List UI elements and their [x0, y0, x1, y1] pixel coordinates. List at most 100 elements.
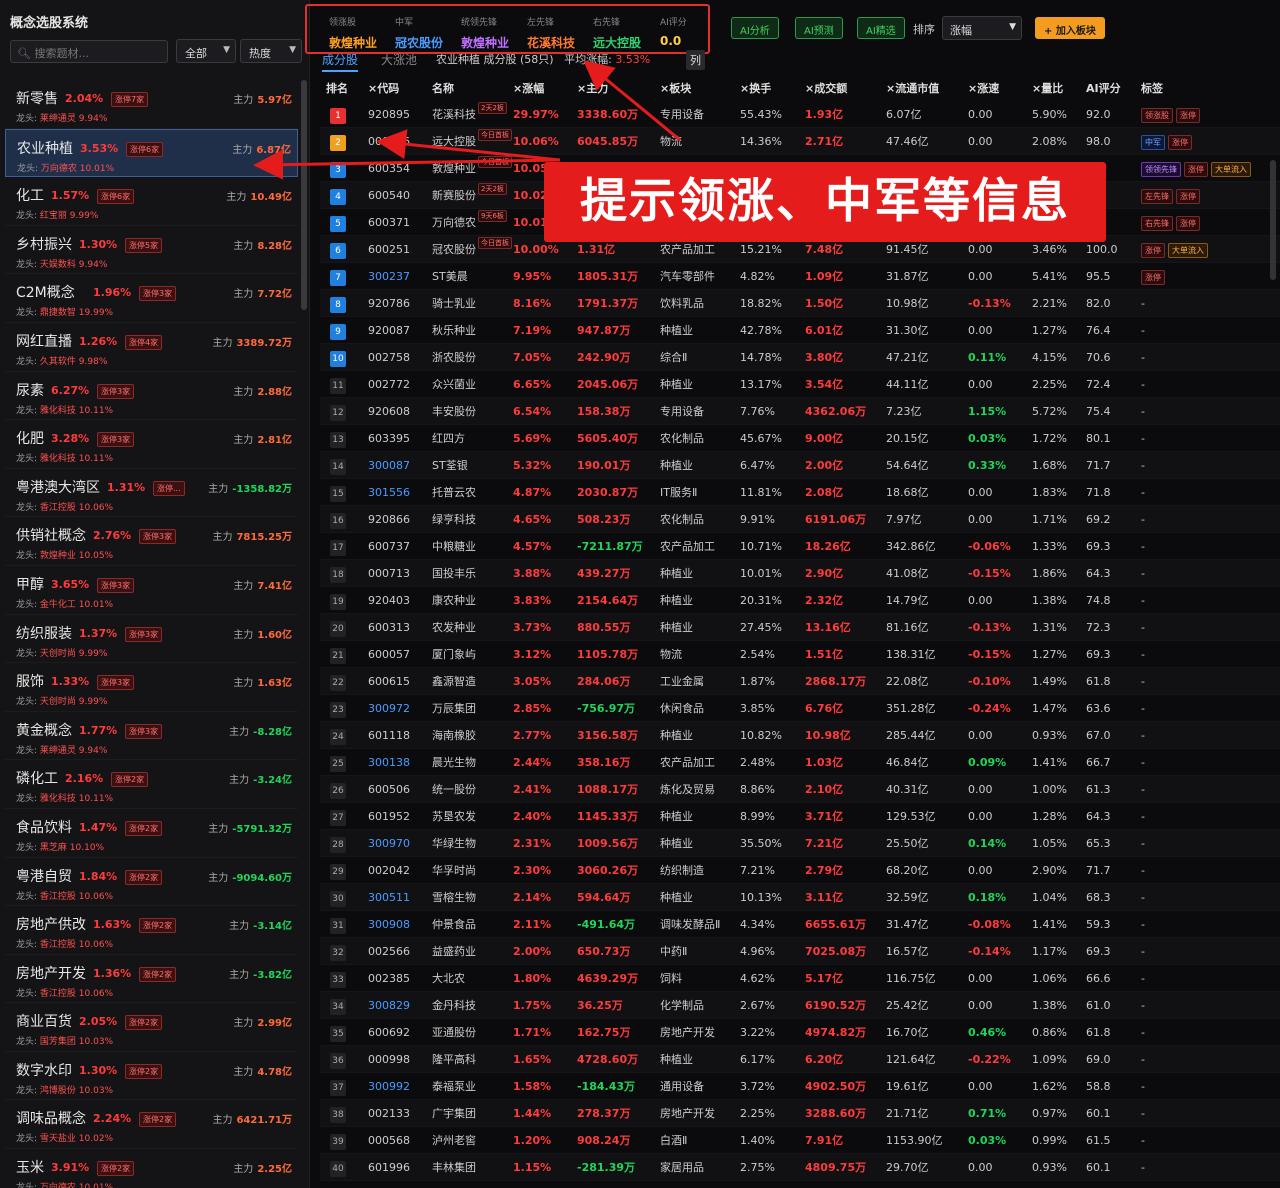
concept-item[interactable]: 供销社概念 2.76% 涨停3家 主力 7815.25万 龙头: 敦煌种业 10.05% — [5, 517, 298, 566]
column-header[interactable]: AI评分 — [1086, 76, 1121, 101]
code-cell[interactable]: 920608 — [368, 398, 410, 425]
column-header[interactable]: ×主力 — [577, 76, 608, 101]
tab-constituents[interactable]: 成分股 — [322, 51, 359, 72]
concept-item[interactable]: 甲醇 3.65% 涨停3家 主力 7.41亿 龙头: 金牛化工 10.01% — [5, 566, 298, 615]
name-cell[interactable]: 远大控股 — [432, 128, 476, 155]
table-row[interactable]: 17 600737 中粮糖业 4.57% -7211.87万 农产品加工 10.71% 18.… — [320, 533, 1280, 560]
leader-item[interactable]: 中军 冠农股份 — [395, 15, 443, 51]
name-cell[interactable]: 浙农股份 — [432, 344, 476, 371]
search-input[interactable]: 🔍︎ 搜索题材... — [10, 40, 168, 63]
name-cell[interactable]: 厦门象屿 — [432, 641, 476, 668]
concept-item[interactable]: 尿素 6.27% 涨停3家 主力 2.88亿 龙头: 雅化科技 10.11% — [5, 372, 298, 421]
name-cell[interactable]: 鑫源智造 — [432, 668, 476, 695]
table-row[interactable]: 32 002566 益盛药业 2.00% 650.73万 中药Ⅱ 4.96% 7025.08万… — [320, 938, 1280, 965]
code-cell[interactable]: 000998 — [368, 1046, 410, 1073]
code-cell[interactable]: 300138 — [368, 749, 410, 776]
ai-select-button[interactable]: AI精选 — [857, 17, 905, 39]
code-cell[interactable]: 600737 — [368, 533, 410, 560]
table-row[interactable]: 36 000998 隆平高科 1.65% 4728.60万 种植业 6.17% 6.20亿 12… — [320, 1046, 1280, 1073]
table-row[interactable]: 31 300908 仲景食品 2.11% -491.64万 调味发酵品Ⅱ 4.34% 6655… — [320, 911, 1280, 938]
code-cell[interactable]: 601952 — [368, 803, 410, 830]
table-row[interactable]: 28 300970 华绿生物 2.31% 1009.56万 种植业 35.50% 7.21亿 2… — [320, 830, 1280, 857]
table-row[interactable]: 12 920608 丰安股份 6.54% 158.38万 专用设备 7.76% 4362.06… — [320, 398, 1280, 425]
table-row[interactable]: 30 300511 雪榕生物 2.14% 594.64万 种植业 10.13% 3.11亿 32… — [320, 884, 1280, 911]
table-row[interactable]: 38 002133 广宇集团 1.44% 278.37万 房地产开发 2.25% 3288.6… — [320, 1100, 1280, 1127]
sidebar-scrollbar[interactable] — [301, 80, 307, 310]
name-cell[interactable]: 托普云农 — [432, 479, 476, 506]
name-cell[interactable]: 万向德农 — [432, 209, 476, 236]
concept-item[interactable]: 商业百货 2.05% 涨停2家 主力 2.99亿 龙头: 国芳集团 10.03% — [5, 1003, 298, 1052]
column-header[interactable]: ×代码 — [368, 76, 399, 101]
table-row[interactable]: 22 600615 鑫源智造 3.05% 284.06万 工业金属 1.87% 2868.17… — [320, 668, 1280, 695]
ai-predict-button[interactable]: AI预测 — [795, 17, 843, 39]
code-cell[interactable]: 002385 — [368, 965, 410, 992]
name-cell[interactable]: 花溪科技 — [432, 101, 476, 128]
code-cell[interactable]: 300908 — [368, 911, 410, 938]
column-header[interactable]: ×换手 — [740, 76, 771, 101]
code-cell[interactable]: 002566 — [368, 938, 410, 965]
leader-item[interactable]: 领涨股 敦煌种业 — [329, 15, 377, 51]
concept-item[interactable]: 纺织服装 1.37% 涨停3家 主力 1.60亿 龙头: 天创时尚 9.99% — [5, 615, 298, 664]
code-cell[interactable]: 920786 — [368, 290, 410, 317]
table-scrollbar[interactable] — [1270, 160, 1276, 280]
table-row[interactable]: 23 300972 万辰集团 2.85% -756.97万 休闲食品 3.85% 6.76亿 3… — [320, 695, 1280, 722]
code-cell[interactable]: 300992 — [368, 1073, 410, 1100]
code-cell[interactable]: 002758 — [368, 344, 410, 371]
concept-item[interactable]: 食品饮料 1.47% 涨停2家 主力 -5791.32万 龙头: 黑芝麻 10.10% — [5, 809, 298, 858]
code-cell[interactable]: 301556 — [368, 479, 410, 506]
code-cell[interactable]: 002042 — [368, 857, 410, 884]
leader-item[interactable]: 左先锋 花溪科技 — [527, 15, 575, 51]
columns-button[interactable]: 列 — [686, 50, 705, 70]
table-row[interactable]: 14 300087 ST荃银 5.32% 190.01万 种植业 6.47% 2.00亿 54.… — [320, 452, 1280, 479]
name-cell[interactable]: 华孚时尚 — [432, 857, 476, 884]
concept-item[interactable]: 黄金概念 1.77% 涨停3家 主力 -8.28亿 龙头: 莱绅通灵 9.94% — [5, 712, 298, 761]
name-cell[interactable]: 大北农 — [432, 965, 465, 992]
table-row[interactable]: 10 002758 浙农股份 7.05% 242.90万 综合Ⅱ 14.78% 3.80亿 47… — [320, 344, 1280, 371]
column-header[interactable]: ×量比 — [1032, 76, 1063, 101]
code-cell[interactable]: 600354 — [368, 155, 410, 182]
filter-scope-select[interactable]: 全部 ▼ — [176, 39, 236, 63]
code-cell[interactable]: 300829 — [368, 992, 410, 1019]
concept-item[interactable]: 粤港澳大湾区 1.31% 涨停... 主力 -1358.82万 龙头: 香江控股 10.0… — [5, 469, 298, 518]
column-header[interactable]: 名称 — [432, 76, 454, 101]
code-cell[interactable]: 601996 — [368, 1154, 410, 1181]
leader-item[interactable]: 右先锋 远大控股 — [593, 15, 641, 51]
name-cell[interactable]: 农发种业 — [432, 614, 476, 641]
table-row[interactable]: 39 000568 泸州老窖 1.20% 908.24万 白酒Ⅱ 1.40% 7.91亿 115… — [320, 1127, 1280, 1154]
code-cell[interactable]: 300970 — [368, 830, 410, 857]
table-row[interactable]: 1 920895 花溪科技 2天2板 29.97% 3338.60万 专用设备 55.43% 1… — [320, 101, 1280, 128]
column-header[interactable]: ×涨速 — [968, 76, 999, 101]
concept-item[interactable]: C2M概念 1.96% 涨停3家 主力 7.72亿 龙头: 鼎捷数智 19.99% — [5, 274, 298, 323]
table-row[interactable]: 18 000713 国投丰乐 3.88% 439.27万 种植业 10.01% 2.90亿 41… — [320, 560, 1280, 587]
name-cell[interactable]: 隆平高科 — [432, 1046, 476, 1073]
name-cell[interactable]: ST美晨 — [432, 263, 468, 290]
table-row[interactable]: 20 600313 农发种业 3.73% 880.55万 种植业 27.45% 13.16亿 8… — [320, 614, 1280, 641]
table-row[interactable]: 24 601118 海南橡胶 2.77% 3156.58万 种植业 10.82% 10.98亿… — [320, 722, 1280, 749]
code-cell[interactable]: 000713 — [368, 560, 410, 587]
concept-item[interactable]: 网红直播 1.26% 涨停4家 主力 3389.72万 龙头: 久其软件 9.98% — [5, 323, 298, 372]
table-row[interactable]: 19 920403 康农种业 3.83% 2154.64万 种植业 20.31% 2.32亿 1… — [320, 587, 1280, 614]
table-row[interactable]: 34 300829 金丹科技 1.75% 36.25万 化学制品 2.67% 6190.52万… — [320, 992, 1280, 1019]
code-cell[interactable]: 603395 — [368, 425, 410, 452]
concept-item[interactable]: 房地产供改 1.63% 涨停2家 主力 -3.14亿 龙头: 香江控股 10.06% — [5, 906, 298, 955]
table-row[interactable]: 15 301556 托普云农 4.87% 2030.87万 IT服务Ⅱ 11.81% 2.08… — [320, 479, 1280, 506]
table-row[interactable]: 7 300237 ST美晨 9.95% 1805.31万 汽车零部件 4.82% 1.09亿 3… — [320, 263, 1280, 290]
code-cell[interactable]: 300972 — [368, 695, 410, 722]
filter-sort-select[interactable]: 热度 ▼ — [240, 39, 302, 63]
name-cell[interactable]: 泸州老窖 — [432, 1127, 476, 1154]
table-row[interactable]: 37 300992 泰福泵业 1.58% -184.43万 通用设备 3.72% 4902.5… — [320, 1073, 1280, 1100]
concept-item[interactable]: 调味品概念 2.24% 涨停2家 主力 6421.71万 龙头: 雪天盐业 10.02% — [5, 1100, 298, 1150]
table-row[interactable]: 25 300138 晨光生物 2.44% 358.16万 农产品加工 2.48% 1.03亿 4… — [320, 749, 1280, 776]
name-cell[interactable]: 新赛股份 — [432, 182, 476, 209]
table-row[interactable]: 11 002772 众兴菌业 6.65% 2045.06万 种植业 13.17% 3.54亿 4… — [320, 371, 1280, 398]
name-cell[interactable]: 万辰集团 — [432, 695, 476, 722]
table-row[interactable]: 26 600506 统一股份 2.41% 1088.17万 炼化及贸易 8.86% 2.10亿… — [320, 776, 1280, 803]
table-row[interactable]: 33 002385 大北农 1.80% 4639.29万 饲料 4.62% 5.17亿 116.… — [320, 965, 1280, 992]
concept-item[interactable]: 化肥 3.28% 涨停3家 主力 2.81亿 龙头: 雅化科技 10.11% — [5, 420, 298, 469]
name-cell[interactable]: 红四方 — [432, 425, 465, 452]
name-cell[interactable]: 骑士乳业 — [432, 290, 476, 317]
concept-item[interactable]: 数字水印 1.30% 涨停2家 主力 4.78亿 龙头: 鸿博股份 10.03% — [5, 1052, 298, 1101]
ai-analysis-button[interactable]: AI分析 — [731, 17, 779, 39]
table-row[interactable]: 29 002042 华孚时尚 2.30% 3060.26万 纺织制造 7.21% 2.79亿 6… — [320, 857, 1280, 884]
name-cell[interactable]: 广宇集团 — [432, 1100, 476, 1127]
